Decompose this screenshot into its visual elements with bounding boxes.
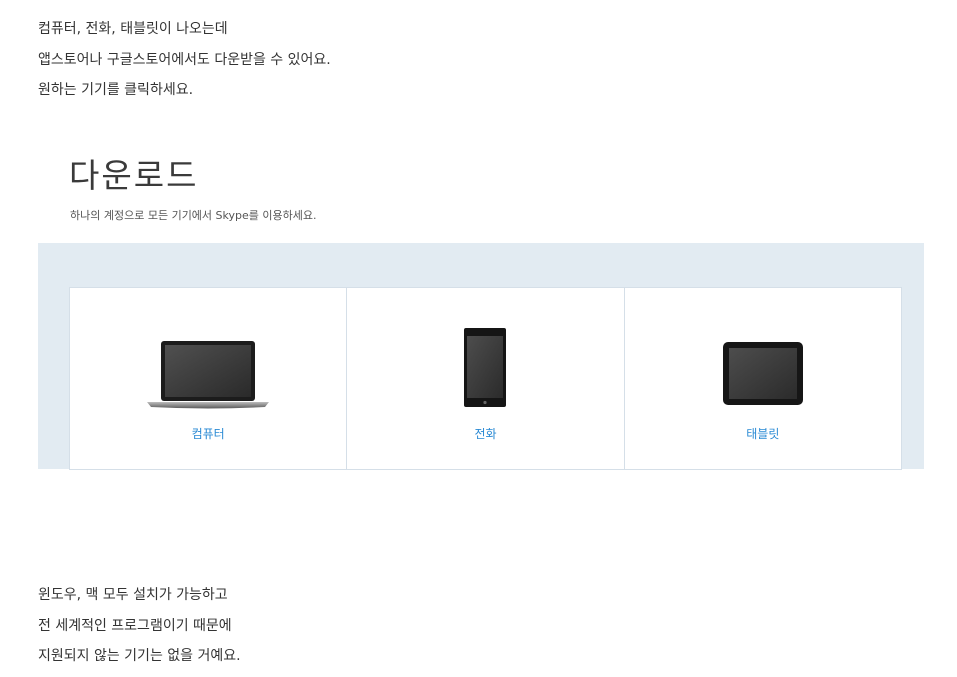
outro-line-1: 윈도우, 맥 모두 설치가 가능하고 bbox=[38, 587, 228, 603]
device-label-tablet: 태블릿 bbox=[746, 427, 780, 441]
outro-line-2: 전 세계적인 프로그램이기 때문에 bbox=[38, 617, 232, 634]
device-cards: 컴퓨터 전화 태블릿 bbox=[69, 287, 902, 470]
device-card-phone[interactable]: 전화 bbox=[347, 288, 625, 469]
phone-icon bbox=[464, 328, 507, 407]
intro-line-2: 앱스토어나 구글스토어에서도 다운받을 수 있어요. bbox=[38, 51, 331, 68]
device-card-computer[interactable]: 컴퓨터 bbox=[70, 288, 348, 469]
device-label-phone: 전화 bbox=[474, 427, 497, 441]
download-title: 다운로드 bbox=[69, 156, 199, 195]
outro-text: 윈도우, 맥 모두 설치가 가능하고 전 세계적인 프로그램이기 때문에 지원되… bbox=[38, 580, 241, 672]
intro-text: 컴퓨터, 전화, 태블릿이 나오는데 앱스토어나 구글스토어에서도 다운받을 수… bbox=[38, 14, 331, 106]
device-label-computer: 컴퓨터 bbox=[191, 427, 225, 441]
device-card-tablet[interactable]: 태블릿 bbox=[625, 288, 901, 469]
outro-line-3: 지원되지 않는 기기는 없을 거예요. bbox=[38, 648, 241, 664]
download-subtitle: 하나의 계정으로 모든 기기에서 Skype를 이용하세요. bbox=[70, 209, 317, 222]
device-panel: 컴퓨터 전화 태블릿 bbox=[38, 243, 924, 470]
laptop-icon bbox=[147, 341, 270, 409]
tablet-icon bbox=[722, 342, 803, 405]
intro-line-3: 원하는 기기를 클릭하세요. bbox=[38, 82, 194, 98]
intro-line-1: 컴퓨터, 전화, 태블릿이 나오는데 bbox=[38, 21, 228, 37]
